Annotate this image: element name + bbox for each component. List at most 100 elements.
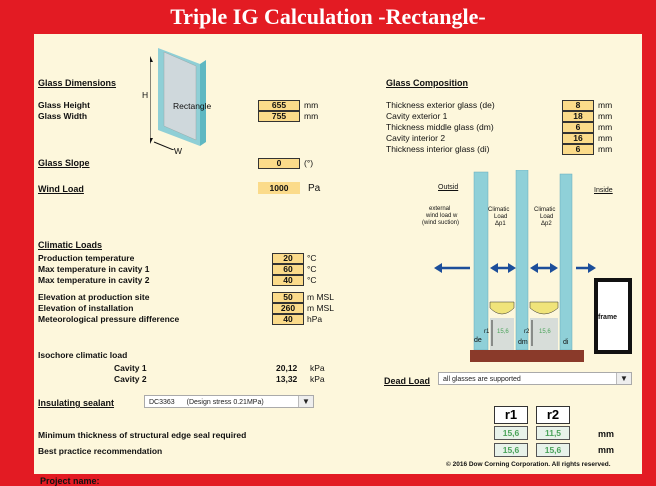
composition-row-label: Cavity interior 2 (386, 133, 446, 143)
elevation-production-unit: m MSL (307, 292, 334, 302)
production-temperature-label: Production temperature (38, 253, 135, 263)
sealant-value: DC3363 (149, 399, 175, 406)
copyright: © 2016 Dow Corning Corporation. All righ… (446, 461, 611, 468)
climatic-load2-text: Climatic (534, 207, 556, 213)
elevation-installation-input[interactable]: 260 (272, 303, 304, 314)
glass-width-label: Glass Width (38, 111, 88, 121)
pressure-difference-input[interactable]: 40 (272, 314, 304, 325)
r2-diagram-value: 15,6 (539, 329, 551, 335)
project-name-label: Project name: (40, 476, 100, 486)
climatic-load1-text: Climatic (488, 207, 510, 213)
r2-label: r2 (524, 329, 530, 335)
composition-row-label: Thickness middle glass (dm) (386, 122, 494, 132)
chevron-down-icon[interactable]: ▼ (298, 396, 313, 407)
cavity-interior-input[interactable]: 16 (562, 133, 594, 144)
max-temp-cavity1-unit: °C (307, 264, 317, 274)
r1-diagram-value: 15,6 (497, 329, 509, 335)
climatic-loads-heading: Climatic Loads (38, 240, 103, 250)
pressure-difference-unit: hPa (307, 314, 323, 324)
glass-dimensions-heading: Glass Dimensions (38, 78, 117, 88)
glass-composition-heading: Glass Composition (386, 78, 469, 88)
isochore-cavity2-unit: kPa (310, 374, 325, 384)
best-unit: mm (598, 445, 615, 455)
glass-height-unit: mm (304, 100, 319, 110)
dead-load-label: Dead Load (384, 376, 431, 386)
r1-header: r1 (494, 406, 528, 424)
composition-row-label: Thickness interior glass (di) (386, 144, 490, 154)
cavity-exterior-input[interactable]: 18 (562, 111, 594, 122)
production-temperature-unit: °C (307, 253, 317, 263)
climatic-load1-text: Load (494, 214, 508, 220)
composition-unit: mm (598, 111, 613, 121)
dead-load-value: all glasses are supported (443, 376, 521, 383)
glass-slope-input[interactable]: 0 (258, 158, 300, 169)
max-temp-cavity2-input[interactable]: 40 (272, 275, 304, 286)
dead-load-select[interactable]: all glasses are supported ▼ (438, 372, 632, 385)
composition-row-label: Thickness exterior glass (de) (386, 100, 495, 110)
min-thickness-label: Minimum thickness of structural edge sea… (38, 430, 247, 440)
production-temperature-input[interactable]: 20 (272, 253, 304, 264)
di-label: di (563, 339, 569, 346)
isochore-cavity2-value: 13,32 (276, 374, 298, 384)
diagram-w-label: W (174, 146, 183, 156)
glass-slope-unit: (°) (304, 158, 314, 168)
frame-label: frame (598, 314, 618, 321)
r2-header: r2 (536, 406, 570, 424)
page-title: Triple IG Calculation -Rectangle- (170, 4, 486, 29)
diagram-h-label: H (142, 90, 149, 100)
chevron-down-icon[interactable]: ▼ (616, 373, 631, 384)
max-temp-cavity1-input[interactable]: 60 (272, 264, 304, 275)
isochore-cavity1-unit: kPa (310, 363, 325, 373)
best-r2-value: 15,6 (536, 443, 570, 457)
insulating-sealant-label: Insulating sealant (38, 398, 115, 408)
thickness-interior-input[interactable]: 6 (562, 144, 594, 155)
sealant-note: (Design stress 0.21MPa) (186, 399, 264, 406)
glass-width-unit: mm (304, 111, 319, 121)
min-r2-value: 11,5 (536, 426, 570, 440)
isochore-heading: Isochore climatic load (38, 350, 128, 360)
composition-row-label: Cavity exterior 1 (386, 111, 448, 121)
max-temp-cavity2-label: Max temperature in cavity 2 (38, 275, 150, 285)
composition-unit: mm (598, 100, 613, 110)
glass-slope-label: Glass Slope (38, 158, 90, 168)
isochore-cavity2-label: Cavity 2 (114, 374, 147, 384)
elevation-installation-unit: m MSL (307, 303, 334, 313)
wind-text: external (429, 206, 451, 212)
wind-text: wind load w (426, 213, 458, 219)
elevation-production-input[interactable]: 50 (272, 292, 304, 303)
glass-height-input[interactable]: 655 (258, 100, 300, 111)
glass-diagram-icon (150, 48, 206, 150)
min-r1-value: 15,6 (494, 426, 528, 440)
wind-load-input[interactable]: 1000 (258, 182, 300, 194)
glass-height-label: Glass Height (38, 100, 90, 110)
elevation-production-label: Elevation at production site (38, 292, 150, 302)
isochore-cavity1-label: Cavity 1 (114, 363, 147, 373)
calculation-panel: H Rectangle W Glass Dimensions Glass Hei… (34, 34, 642, 474)
wind-load-unit: Pa (308, 183, 321, 194)
wind-text: (wind suction) (422, 220, 460, 226)
isochore-cavity1-value: 20,12 (276, 363, 298, 373)
sealant-select[interactable]: DC3363 (Design stress 0.21MPa) ▼ (144, 395, 314, 408)
glass-width-input[interactable]: 755 (258, 111, 300, 122)
composition-unit: mm (598, 122, 613, 132)
best-practice-label: Best practice recommendation (38, 446, 163, 456)
cross-section-diagram (434, 170, 632, 362)
best-r1-value: 15,6 (494, 443, 528, 457)
climatic-load1-text: Δp1 (495, 221, 506, 227)
thickness-exterior-input[interactable]: 8 (562, 100, 594, 111)
elevation-installation-label: Elevation of installation (38, 303, 134, 313)
wind-load-label: Wind Load (38, 184, 84, 194)
climatic-load2-text: Load (540, 214, 554, 220)
inside-label: Inside (594, 187, 613, 194)
thickness-middle-input[interactable]: 6 (562, 122, 594, 133)
dm-label: dm (518, 339, 528, 346)
composition-unit: mm (598, 133, 613, 143)
min-unit: mm (598, 429, 615, 439)
composition-unit: mm (598, 144, 613, 154)
pressure-difference-label: Meteorological pressure difference (38, 314, 180, 324)
outside-label: Outsid (438, 184, 459, 191)
max-temp-cavity2-unit: °C (307, 275, 317, 285)
de-label: de (474, 337, 482, 344)
max-temp-cavity1-label: Max temperature in cavity 1 (38, 264, 150, 274)
r1-label: r1 (484, 329, 490, 335)
